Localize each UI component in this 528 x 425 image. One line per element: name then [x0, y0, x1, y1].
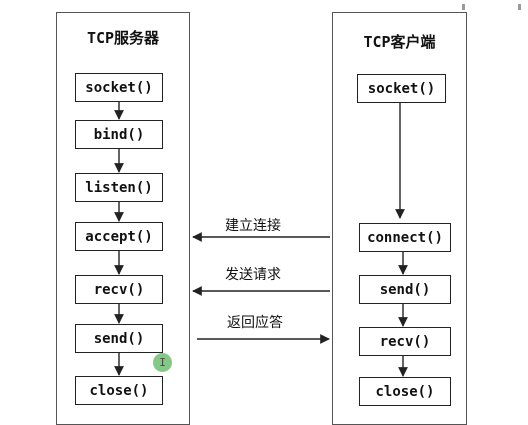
server-send-box[interactable]: send() [75, 324, 163, 353]
text-cursor-icon: I [153, 353, 172, 372]
corner-mark-icon [518, 4, 521, 10]
client-socket-box[interactable]: socket() [357, 74, 446, 103]
server-socket-box[interactable]: socket() [75, 73, 163, 102]
connect-label: 建立连接 [225, 218, 281, 234]
client-close-box[interactable]: close() [359, 377, 451, 406]
client-title: TCP客户端 [363, 33, 436, 51]
response-label: 返回应答 [227, 315, 283, 331]
corner-mark-icon [462, 4, 465, 10]
request-label: 发送请求 [225, 267, 281, 283]
server-accept-box[interactable]: accept() [75, 222, 163, 251]
client-connect-box[interactable]: connect() [359, 223, 451, 252]
server-bind-box[interactable]: bind() [75, 120, 163, 149]
server-title: TCP服务器 [86, 29, 160, 47]
client-recv-box[interactable]: recv() [359, 327, 451, 356]
server-close-box[interactable]: close() [75, 376, 163, 405]
server-listen-box[interactable]: listen() [75, 173, 163, 202]
client-send-box[interactable]: send() [359, 275, 451, 304]
tcp-diagram-page: TCP服务器 TCP客户端 socket() bind() listen() a… [0, 0, 528, 425]
server-recv-box[interactable]: recv() [75, 275, 163, 304]
